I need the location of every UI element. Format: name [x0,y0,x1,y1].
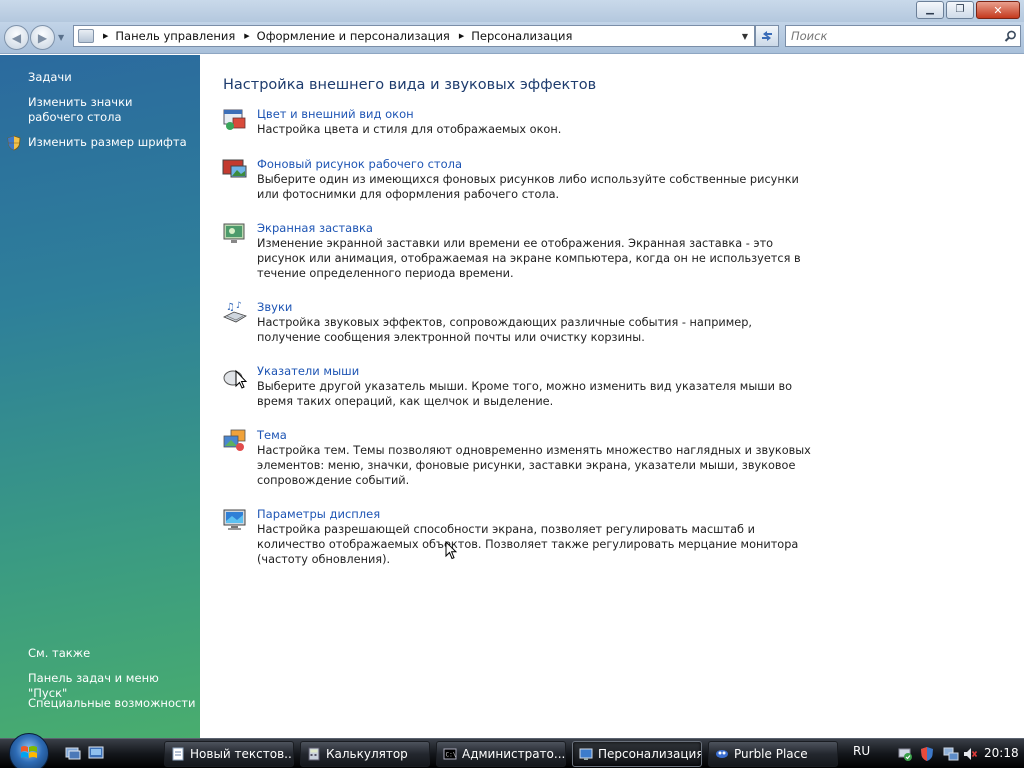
back-button[interactable]: ◀ [4,25,29,50]
item-description: Настройка звуковых эффектов, сопровождаю… [257,316,752,344]
control-panel-icon [579,748,593,760]
notepad-icon [172,747,184,761]
window-title-bar: ▁ ❐ ✕ [0,0,1024,22]
minimize-button[interactable]: ▁ [916,1,944,19]
breadcrumb-arrow-icon[interactable]: ▶ [459,32,464,40]
list-item: Цвет и внешний вид окон Настройка цвета … [222,107,822,147]
arrow-right-icon: ▶ [37,30,48,45]
link-desktop-background[interactable]: Фоновый рисунок рабочего стола [257,157,462,171]
list-item: ♫ ♪ Звуки Настройка звуковых эффектов, с… [222,300,822,355]
action-center-icon[interactable] [919,746,935,762]
windows-update-icon[interactable] [897,746,913,762]
screensaver-icon [223,223,245,243]
main-content: Настройка внешнего вида и звуковых эффек… [200,55,1024,738]
svg-text:C:\: C:\ [446,752,457,759]
item-description: Изменение экранной заставки или времени … [257,237,801,280]
breadcrumb-appearance[interactable]: Оформление и персонализация [257,29,450,43]
link-mouse-pointers[interactable]: Указатели мыши [257,364,359,378]
address-dropdown-button[interactable]: ▼ [736,26,754,46]
address-bar[interactable]: ▶ Панель управления ▶ Оформление и персо… [73,25,755,47]
list-item: Фоновый рисунок рабочего стола Выберите … [222,157,822,212]
desktop-background-icon [222,159,247,178]
switch-windows-icon[interactable] [88,746,104,760]
forward-button[interactable]: ▶ [30,25,55,50]
task-pane: Задачи Изменить значки рабочего стола Из… [0,55,200,738]
breadcrumb-arrow-icon[interactable]: ▶ [103,32,108,40]
item-description: Настройка тем. Темы позволяют одновремен… [257,444,811,487]
taskbar-item-label: Администрато... [462,747,566,761]
list-item: Указатели мыши Выберите другой указатель… [222,364,822,419]
calculator-icon [308,747,320,761]
language-indicator[interactable]: RU [853,744,870,758]
link-theme[interactable]: Тема [257,428,287,442]
show-desktop-icon[interactable] [65,746,81,760]
breadcrumb-personalization[interactable]: Персонализация [471,29,572,43]
breadcrumb-arrow-icon[interactable]: ▶ [244,32,249,40]
taskbar-item-label: Персонализация [598,747,702,761]
taskbar-item-label: Новый текстов... [190,747,294,761]
link-sounds[interactable]: Звуки [257,300,292,314]
uac-shield-icon [7,135,21,151]
item-description: Выберите другой указатель мыши. Кроме то… [257,380,793,408]
volume-muted-icon[interactable] [962,746,978,762]
maximize-button[interactable]: ❐ [946,1,974,19]
search-input[interactable] [791,29,1000,43]
window-controls: ▁ ❐ ✕ [916,1,1020,19]
taskbar-item-purble-place[interactable]: Purble Place [708,741,838,767]
display-settings-icon [223,509,246,530]
search-icon[interactable] [1000,30,1020,43]
list-item: Тема Настройка тем. Темы позволяют однов… [222,428,822,498]
network-icon[interactable] [943,746,959,762]
restore-icon: ❐ [955,4,965,15]
item-description: Настройка разрешающей способности экрана… [257,523,799,566]
taskbar-item-label: Калькулятор [326,747,408,761]
window-color-icon [223,109,246,130]
chevron-down-icon: ▼ [741,31,749,41]
taskbar-clock[interactable]: 20:18 [984,746,1019,760]
arrow-left-icon: ◀ [11,30,22,45]
start-button[interactable] [9,733,49,768]
close-button[interactable]: ✕ [976,1,1020,19]
taskbar-item-calculator[interactable]: Калькулятор [300,741,430,767]
mouse-pointer-icon [223,369,248,389]
see-also-heading: См. также [28,646,91,660]
list-item: Экранная заставка Изменение экранной зас… [222,221,822,291]
item-description: Настройка цвета и стиля для отображаемых… [257,123,562,136]
link-screensaver[interactable]: Экранная заставка [257,221,373,235]
windows-logo-icon [21,746,37,758]
taskbar-item-notepad[interactable]: Новый текстов... [164,741,294,767]
task-link-change-font-size[interactable]: Изменить размер шрифта [28,135,187,150]
control-panel-icon [78,29,94,43]
refresh-button[interactable] [755,25,779,47]
cmd-icon: C:\ [443,748,457,760]
taskbar: Новый текстов... Калькулятор C:\ Админис… [0,733,1024,768]
page-title: Настройка внешнего вида и звуковых эффек… [223,77,597,93]
taskbar-item-label: Purble Place [734,747,808,761]
task-link-change-desktop-icons[interactable]: Изменить значки рабочего стола [28,95,188,125]
search-box[interactable] [785,25,1021,47]
link-window-color[interactable]: Цвет и внешний вид окон [257,107,414,121]
taskbar-item-personalization[interactable]: Персонализация [572,741,702,767]
minimize-icon: ▁ [926,4,934,15]
mouse-cursor-icon [445,541,457,560]
refresh-icon [762,31,772,41]
theme-icon [223,429,246,451]
close-icon: ✕ [993,3,1003,17]
taskbar-item-cmd[interactable]: C:\ Администрато... [436,741,566,767]
svg-text:♪: ♪ [236,301,242,311]
item-description: Выберите один из имеющихся фоновых рисун… [257,173,799,201]
link-display-settings[interactable]: Параметры дисплея [257,507,380,521]
list-item: Параметры дисплея Настройка разрешающей … [222,507,822,577]
tasks-heading: Задачи [28,70,72,84]
recent-pages-dropdown[interactable]: ▼ [58,33,64,42]
svg-text:♫: ♫ [226,302,235,313]
sounds-icon: ♫ ♪ [223,301,247,323]
purble-place-icon [716,750,728,758]
breadcrumb-control-panel[interactable]: Панель управления [115,29,235,43]
see-also-link-accessibility[interactable]: Специальные возможности [28,696,195,711]
